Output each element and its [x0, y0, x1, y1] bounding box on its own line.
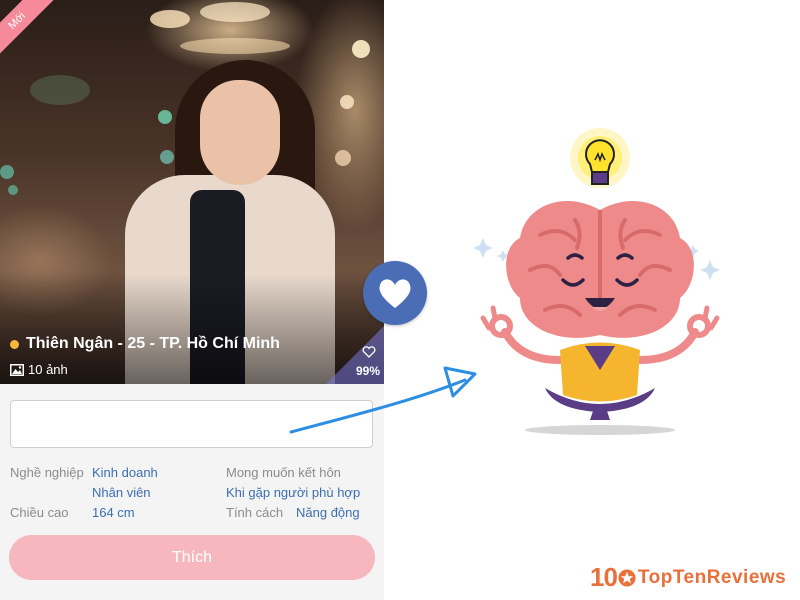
personality-value: Năng động	[296, 505, 360, 520]
personality-label: Tính cách	[226, 505, 284, 520]
occupation-value-secondary: Nhân viên	[92, 485, 151, 500]
heart-icon	[379, 279, 411, 308]
logo-text: TopTenReviews	[637, 566, 787, 588]
toptenreviews-logo: 10 TopTenReviews	[590, 562, 786, 593]
occupation-label: Nghề nghiệp	[10, 465, 84, 480]
star-icon	[618, 568, 636, 587]
profile-name-line[interactable]: Thiên Ngân - 25 - TP. Hồ Chí Minh	[10, 335, 280, 353]
lightbulb-icon	[570, 128, 630, 188]
arrow-icon	[289, 366, 477, 434]
photo-count[interactable]: 10 ảnh	[10, 362, 68, 377]
meditating-brain-illustration	[473, 128, 720, 435]
occupation-value: Kinh doanh	[92, 465, 158, 480]
heart-outline-icon	[362, 346, 376, 358]
online-dot-icon	[10, 339, 19, 349]
marriage-desire-value: Khi gặp người phù hợp	[226, 485, 361, 500]
logo-number: 10	[590, 562, 618, 592]
photo-count-label: 10 ảnh	[28, 362, 68, 377]
profile-name: Thiên Ngân - 25 - TP. Hồ Chí Minh	[26, 335, 280, 352]
image-icon	[10, 363, 24, 376]
profile-card: Mới Thiên Ngân - 25 - TP. Hồ Chí Minh 10…	[0, 0, 384, 600]
like-button[interactable]: Thích	[9, 535, 375, 580]
height-label: Chiều cao	[10, 505, 69, 520]
marriage-desire-label: Mong muốn kết hôn	[226, 465, 341, 480]
height-value: 164 cm	[92, 505, 135, 520]
heart-button[interactable]	[363, 261, 427, 325]
